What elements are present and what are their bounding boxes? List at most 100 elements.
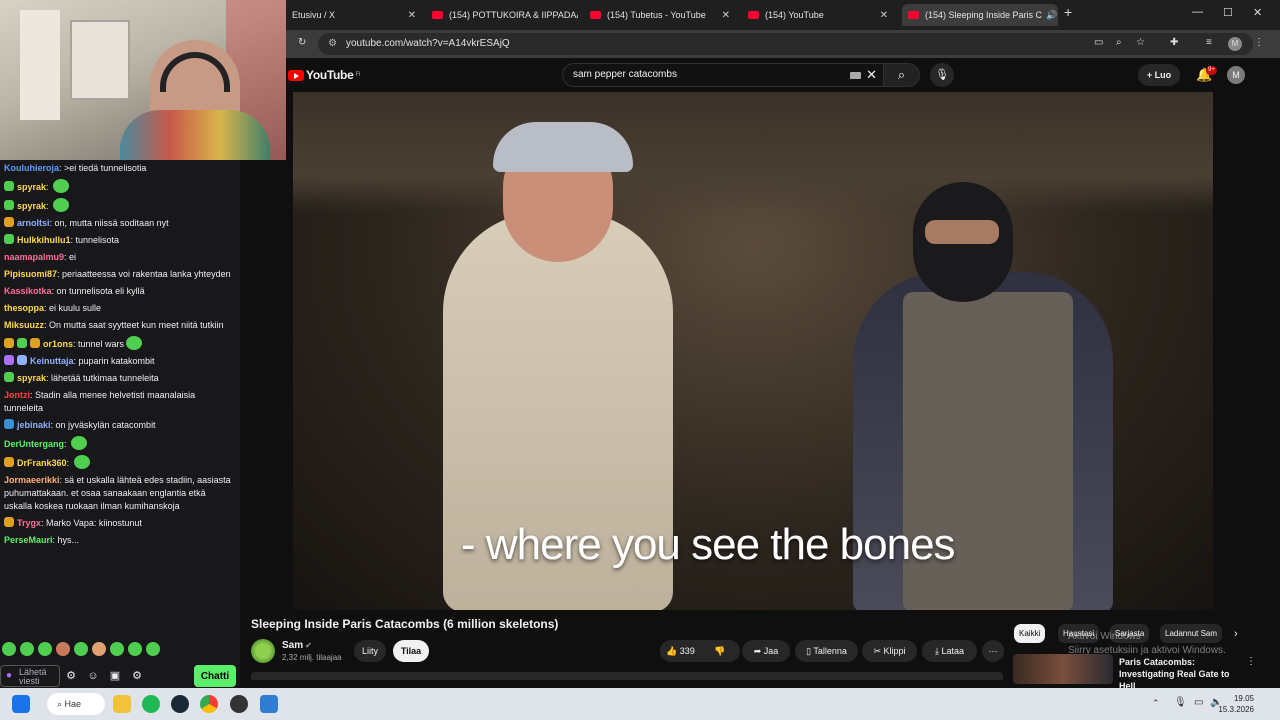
create-button[interactable]: + Luo xyxy=(1138,64,1180,86)
chat-username[interactable]: Trygx xyxy=(17,518,41,528)
chat-username[interactable]: thesoppa xyxy=(4,303,44,313)
chrome-icon[interactable] xyxy=(200,695,218,713)
extensions-icon[interactable]: ✚ xyxy=(1170,37,1178,48)
cast-icon[interactable]: ▭ xyxy=(1094,37,1103,48)
close-icon[interactable]: ✕ xyxy=(1057,10,1058,21)
chat-username[interactable]: DrFrank360 xyxy=(17,458,67,468)
chat-username[interactable]: Kassikotka xyxy=(4,286,52,296)
chat-badge-icon[interactable] xyxy=(4,517,14,527)
gear-icon[interactable]: ⚙ xyxy=(126,670,148,683)
chat-username[interactable]: Keinuttaja xyxy=(30,356,74,366)
youtube-logo[interactable]: YouTube FI xyxy=(288,68,360,82)
description-box[interactable] xyxy=(251,672,1003,680)
recommendation-menu-icon[interactable]: ⋮ xyxy=(1246,656,1256,667)
thumbs-up-icon[interactable]: 👍 xyxy=(666,646,677,656)
keyboard-icon[interactable] xyxy=(850,72,861,79)
close-icon[interactable]: ✕ xyxy=(402,10,416,21)
chat-username[interactable]: spyrak xyxy=(17,201,46,211)
close-icon[interactable]: ✕ xyxy=(874,10,888,21)
chat-username[interactable]: spyrak xyxy=(17,373,46,383)
window-close-button[interactable]: ✕ xyxy=(1253,6,1262,19)
recommendation-thumbnail[interactable] xyxy=(1013,654,1113,684)
chat-badge-icon[interactable] xyxy=(4,234,14,244)
chat-username[interactable]: Jontzi xyxy=(4,390,30,400)
system-clock[interactable]: 19.05 15.3.2026 xyxy=(1218,693,1254,715)
chat-username[interactable]: jebinaki xyxy=(17,420,51,430)
zoom-icon[interactable]: ⌕ xyxy=(1116,37,1122,48)
channel-name[interactable]: Sam ✔ xyxy=(282,640,312,651)
chat-input[interactable]: ● Lähetä viesti xyxy=(0,665,60,687)
chat-badge-icon[interactable] xyxy=(4,355,14,365)
tab-sleeping-inside-paris[interactable]: (154) Sleeping Inside Paris C🔊✕ xyxy=(902,4,1058,26)
steam-icon[interactable] xyxy=(171,695,189,713)
clip-button[interactable]: ✂ Klippi xyxy=(862,640,917,662)
subscribe-button[interactable]: Tilaa xyxy=(393,640,429,662)
chat-badge-icon[interactable] xyxy=(17,355,27,365)
obs-icon[interactable] xyxy=(230,695,248,713)
microphone-tray-icon[interactable]: 🎙 xyxy=(1174,697,1187,708)
chat-username[interactable]: Pipisuomi87 xyxy=(4,269,57,279)
network-icon[interactable]: ▭ xyxy=(1194,697,1203,708)
minimize-button[interactable]: — xyxy=(1192,6,1203,18)
file-explorer-icon[interactable] xyxy=(113,695,131,713)
emote-picker-icon[interactable]: ☺ xyxy=(82,670,104,683)
tab-tubetus[interactable]: (154) Tubetus - YouTube ✕ xyxy=(584,4,736,26)
join-button[interactable]: Liity xyxy=(354,640,386,662)
new-tab-button[interactable]: + xyxy=(1064,4,1072,20)
recommendation-title[interactable]: Paris Catacombs: Investigating Real Gate… xyxy=(1119,656,1244,692)
spotify-icon[interactable] xyxy=(142,695,160,713)
chat-username[interactable]: PerseMauri xyxy=(4,535,53,545)
notepad-icon[interactable] xyxy=(260,695,278,713)
channel-avatar[interactable] xyxy=(251,639,275,663)
chat-badge-icon[interactable] xyxy=(4,372,14,382)
chat-badge-icon[interactable] xyxy=(4,181,14,191)
settings-icon[interactable]: ⚙ xyxy=(60,670,82,683)
reload-icon[interactable]: ↻ xyxy=(298,37,306,48)
tab-youtube[interactable]: (154) YouTube ✕ xyxy=(742,4,894,26)
tab-pottukoira[interactable]: (154) POTTUKOIRA & IIPPADAA✕ xyxy=(426,4,578,26)
search-input[interactable]: sam pepper catacombs ✕ xyxy=(562,63,884,87)
chat-username[interactable]: naamapalmu9 xyxy=(4,252,64,262)
chat-username[interactable]: Hulkkihullu1 xyxy=(17,235,71,245)
chip-all[interactable]: Kaikki xyxy=(1014,624,1046,643)
account-avatar[interactable]: M xyxy=(1227,66,1245,84)
emote-bar[interactable] xyxy=(2,642,164,658)
chat-badge-icon[interactable] xyxy=(4,419,14,429)
maximize-button[interactable]: ☐ xyxy=(1223,6,1233,19)
chat-username[interactable]: Jormaeerikki xyxy=(4,475,60,485)
chat-username[interactable]: Kouluhieroja xyxy=(4,163,59,173)
tab-x[interactable]: Etusivu / X ✕ xyxy=(286,4,422,26)
menu-icon[interactable]: ⋮ xyxy=(1254,37,1264,48)
chat-badge-icon[interactable] xyxy=(30,338,40,348)
chat-username[interactable]: arnoltsi xyxy=(17,218,50,228)
reading-list-icon[interactable]: ≡ xyxy=(1206,37,1212,48)
download-button[interactable]: ⤓ Lataa xyxy=(922,640,977,662)
tray-chevron-icon[interactable]: ⌃ xyxy=(1152,698,1160,709)
chat-username[interactable]: Miksuuzz xyxy=(4,320,44,330)
site-info-icon[interactable]: ⚙ xyxy=(328,33,337,55)
profile-avatar[interactable]: M xyxy=(1228,37,1242,51)
search-button[interactable]: ⌕ xyxy=(884,63,920,87)
chat-badge-icon[interactable] xyxy=(4,217,14,227)
clear-search-icon[interactable]: ✕ xyxy=(866,64,877,86)
bookmark-star-icon[interactable]: ☆ xyxy=(1136,37,1145,48)
chat-username[interactable]: DerUntergang xyxy=(4,439,64,449)
save-button[interactable]: ▯ Tallenna xyxy=(795,640,858,662)
chat-badge-icon[interactable] xyxy=(4,338,14,348)
start-menu-icon[interactable] xyxy=(12,695,30,713)
more-actions-button[interactable]: ⋯ xyxy=(982,640,1004,662)
thumbs-down-icon[interactable]: 👎 xyxy=(714,640,725,662)
close-icon[interactable]: ✕ xyxy=(716,10,730,21)
url-field[interactable]: ⚙ youtube.com/watch?v=A14vkrESAjQ xyxy=(318,33,1253,55)
chat-username[interactable]: or1ons xyxy=(43,339,73,349)
share-button[interactable]: ➦ Jaa xyxy=(742,640,790,662)
chat-badge-icon[interactable] xyxy=(4,200,14,210)
chat-badge-icon[interactable] xyxy=(4,457,14,467)
voice-search-button[interactable]: 🎙 xyxy=(930,63,954,87)
speaker-icon[interactable]: 🔊 xyxy=(1046,10,1057,21)
chevron-right-icon[interactable]: › xyxy=(1234,628,1238,640)
video-player[interactable]: - where you see the bones xyxy=(293,92,1213,610)
gift-icon[interactable]: ▣ xyxy=(104,670,126,683)
taskbar-search[interactable]: ⌕ Hae xyxy=(47,693,105,715)
chat-badge-icon[interactable] xyxy=(17,338,27,348)
